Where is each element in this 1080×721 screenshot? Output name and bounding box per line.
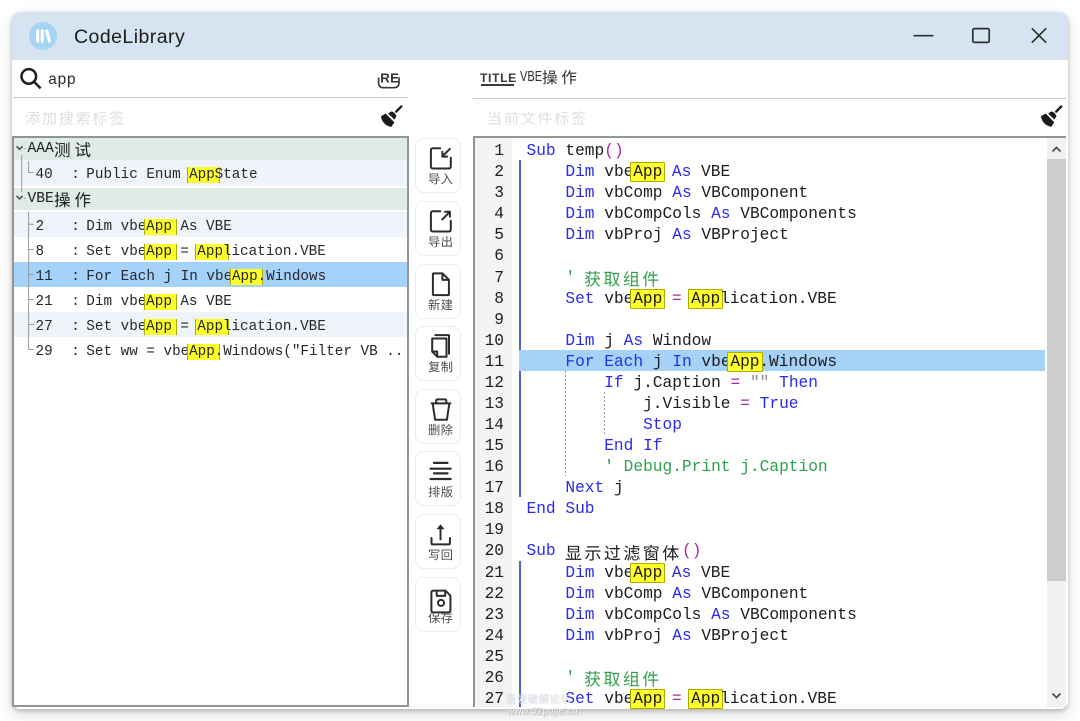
- svg-text:RE: RE: [380, 70, 399, 85]
